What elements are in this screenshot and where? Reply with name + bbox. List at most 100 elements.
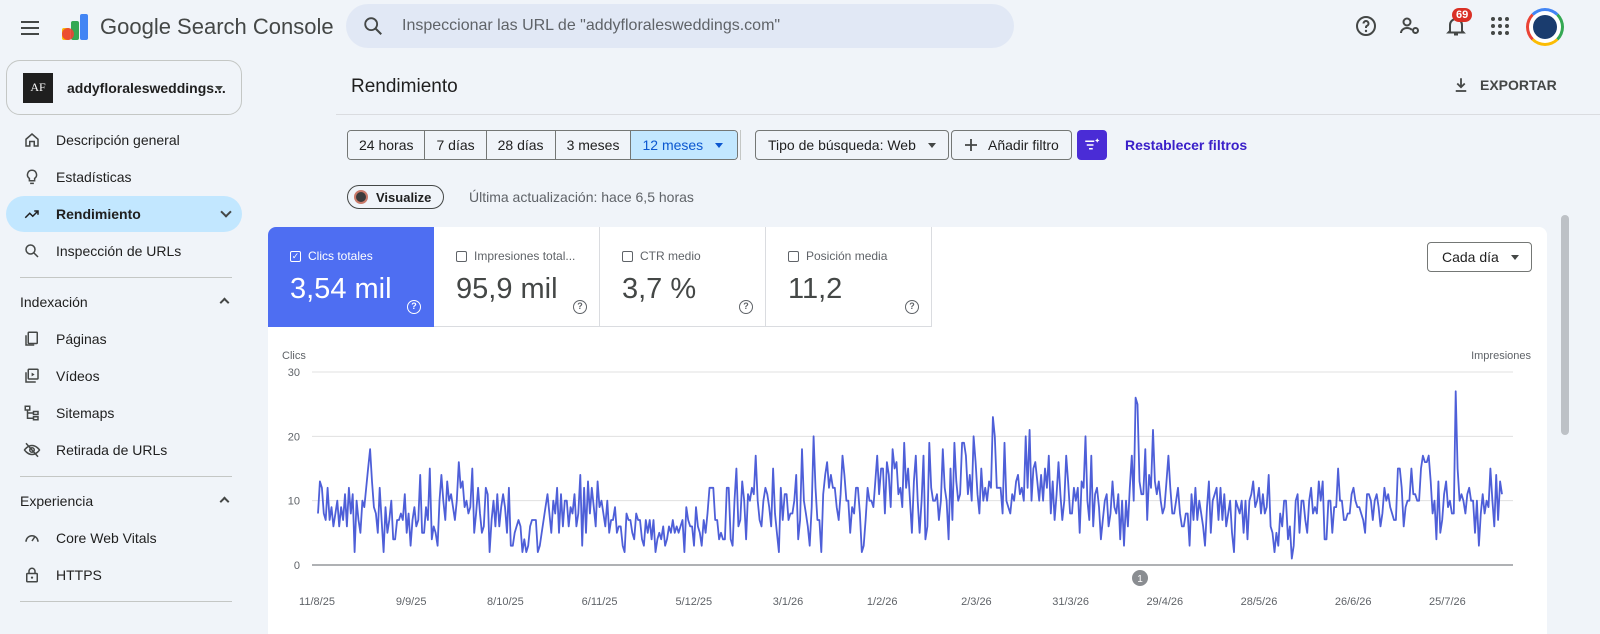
metric-total-impressions[interactable]: Impresiones total... 95,9 mil ? (434, 227, 600, 327)
x-tick-label: 31/3/26 (1052, 596, 1089, 608)
section-indexing-header[interactable]: Indexación (20, 294, 240, 310)
range-24h-button[interactable]: 24 horas (348, 131, 426, 159)
property-selector[interactable]: AF addyfloralesweddings... (6, 60, 242, 115)
checkbox-checked-icon[interactable]: ✓ (290, 250, 301, 262)
export-button[interactable]: EXPORTAR (1452, 76, 1557, 94)
visualize-label: Visualize (376, 189, 432, 205)
sidebar-item-https[interactable]: HTTPS (6, 557, 242, 593)
account-avatar[interactable] (1526, 8, 1564, 46)
x-tick-label: 1/2/26 (867, 596, 898, 608)
trending-up-icon (22, 204, 42, 224)
annotation-marker[interactable] (1132, 570, 1148, 586)
metric-label-text: Posición media (806, 249, 888, 263)
checkbox-icon[interactable] (788, 250, 799, 262)
sidebar-item-pages[interactable]: Páginas (6, 321, 242, 357)
sidebar-item-label: Inspección de URLs (56, 243, 182, 259)
sidebar-item-label: Estadísticas (56, 169, 132, 185)
filter-sparkle-icon (1085, 138, 1100, 150)
x-tick-label: 5/12/25 (675, 596, 712, 608)
metric-total-clicks[interactable]: ✓ Clics totales 3,54 mil ? (268, 227, 434, 327)
metric-average-ctr[interactable]: CTR medio 3,7 % ? (600, 227, 766, 327)
metric-value: 95,9 mil (456, 273, 558, 305)
metric-value: 3,7 % (622, 273, 697, 305)
x-tick-label: 28/5/26 (1241, 596, 1278, 608)
range-3m-button[interactable]: 3 meses (555, 131, 632, 159)
sidebar-item-insights[interactable]: Estadísticas (6, 159, 242, 195)
export-label: EXPORTAR (1480, 77, 1557, 93)
help-icon[interactable]: ? (739, 300, 753, 314)
url-inspection-input[interactable] (402, 17, 962, 35)
metric-label-text: Impresiones total... (474, 249, 576, 263)
x-tick-label: 6/11/25 (582, 596, 618, 608)
chevron-down-icon (220, 206, 232, 218)
caret-down-icon (927, 142, 936, 148)
range-12m-button[interactable]: 12 meses (631, 131, 738, 159)
x-tick-label: 8/10/25 (487, 596, 524, 608)
range-28d-button[interactable]: 28 días (486, 131, 556, 159)
metric-label: ✓ Clics totales (290, 249, 411, 263)
sidebar-divider (20, 277, 232, 278)
video-icon (22, 366, 42, 386)
search-icon (22, 241, 42, 261)
range-7d-button[interactable]: 7 días (425, 131, 487, 159)
help-icon[interactable]: ? (905, 300, 919, 314)
search-icon (364, 17, 382, 35)
metric-label: CTR medio (622, 249, 743, 263)
url-inspection-search[interactable] (346, 4, 1014, 48)
metric-label-text: Clics totales (308, 249, 373, 263)
sidebar-divider (20, 601, 232, 602)
help-icon[interactable] (1354, 14, 1378, 38)
sidebar-item-videos[interactable]: Vídeos (6, 358, 242, 394)
page-scrollbar[interactable] (1561, 215, 1569, 435)
avatar-image (1533, 15, 1557, 39)
sidebar-item-removals[interactable]: Retirada de URLs (6, 432, 242, 468)
sitemap-icon (22, 403, 42, 423)
sidebar-item-label: Vídeos (56, 368, 100, 384)
top-bar: Google Search Console 69 (0, 0, 1600, 56)
property-logo: AF (23, 72, 53, 103)
sidebar-item-sitemaps[interactable]: Sitemaps (6, 395, 242, 431)
help-icon[interactable]: ? (573, 300, 587, 314)
metric-label-text: CTR medio (640, 249, 701, 263)
granularity-dropdown[interactable]: Cada día (1427, 242, 1532, 272)
visualize-chip[interactable]: Visualize (347, 185, 445, 209)
section-experience-header[interactable]: Experiencia (20, 493, 240, 509)
y2-axis-label: Impresiones (1471, 350, 1531, 362)
visibility-off-icon (22, 440, 42, 460)
x-tick-label: 29/4/26 (1146, 596, 1183, 608)
sidebar-divider (20, 476, 232, 477)
x-tick-label: 3/1/26 (773, 596, 804, 608)
help-icon[interactable]: ? (407, 300, 421, 314)
apps-grid-icon[interactable] (1488, 14, 1512, 38)
y-axis-label: Clics (282, 350, 306, 362)
add-filter-button[interactable]: Añadir filtro (951, 130, 1072, 160)
manage-users-icon[interactable] (1398, 14, 1422, 38)
sidebar-item-label: Rendimiento (56, 206, 141, 222)
chevron-up-icon (219, 496, 230, 507)
lightbulb-icon (22, 167, 42, 187)
sidebar-item-overview[interactable]: Descripción general (6, 122, 242, 158)
main-menu-button[interactable] (18, 16, 42, 40)
sidebar-item-performance[interactable]: Rendimiento (6, 196, 242, 232)
section-title: Experiencia (20, 493, 94, 509)
metric-label: Impresiones total... (456, 249, 577, 263)
reset-filters-link[interactable]: Restablecer filtros (1125, 137, 1247, 153)
checkbox-icon[interactable] (456, 250, 467, 262)
visualize-logo-icon (354, 190, 368, 204)
metric-average-position[interactable]: Posición media 11,2 ? (766, 227, 932, 327)
download-icon (1455, 78, 1467, 92)
app-logo[interactable]: Google Search Console (60, 12, 334, 42)
y-tick-label: 0 (294, 560, 300, 572)
checkbox-icon[interactable] (622, 250, 633, 262)
notification-count-badge: 69 (1452, 8, 1473, 22)
metric-label: Posición media (788, 249, 909, 263)
last-update-text: Última actualización: hace 6,5 horas (469, 189, 694, 205)
ai-filter-button[interactable] (1077, 130, 1107, 160)
sidebar-item-core-web-vitals[interactable]: Core Web Vitals (6, 520, 242, 556)
sidebar-item-label: Core Web Vitals (56, 530, 157, 546)
search-type-dropdown[interactable]: Tipo de búsqueda: Web (755, 130, 949, 160)
y-tick-label: 20 (288, 431, 300, 443)
x-tick-label: 9/9/25 (396, 596, 427, 608)
sidebar-item-url-inspection[interactable]: Inspección de URLs (6, 233, 242, 269)
notifications-button[interactable]: 69 (1444, 8, 1473, 38)
